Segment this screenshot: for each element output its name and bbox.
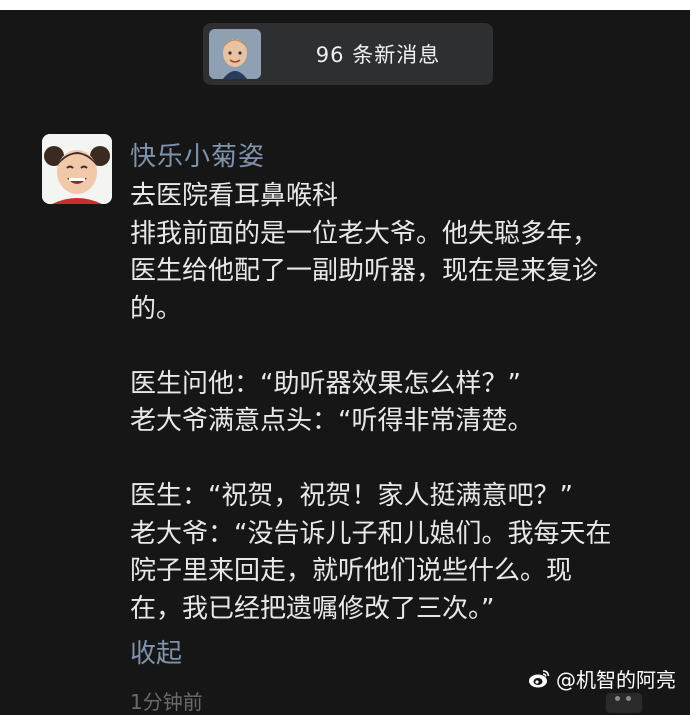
post-line: 医生：“祝贺，祝贺！家人挺满意吧？” <box>130 481 573 511</box>
post-timestamp: 1分钟前 <box>130 690 203 714</box>
new-messages-banner[interactable]: 96 条新消息 <box>203 23 493 85</box>
post-line: 医生问他：“助听器效果怎么样？” <box>130 368 521 399</box>
post-line: 老大爷：“没告诉儿子和儿媳们。我每天在 <box>130 518 612 549</box>
weibo-logo-icon <box>529 669 550 687</box>
watermark: @机智的阿亮 <box>528 664 676 693</box>
dot-icon <box>626 696 631 701</box>
sender-avatar <box>209 29 261 79</box>
post-line: 排我前面的是一位老大爷。他失聪多年， <box>130 218 599 249</box>
post-line: 医生给他配了一副助听器，现在是来复诊 <box>130 256 599 286</box>
top-edge <box>0 0 690 10</box>
watermark-text: @机智的阿亮 <box>556 668 676 692</box>
dot-icon <box>615 696 620 701</box>
new-messages-label: 96 条新消息 <box>315 43 441 67</box>
user-avatar[interactable] <box>42 134 112 204</box>
more-options-button[interactable] <box>606 693 642 713</box>
post-line: 去医院看耳鼻喉科 <box>130 181 339 211</box>
post-content: 去医院看耳鼻喉科 排我前面的是一位老大爷。他失聪多年， 医生给他配了一副助听器，… <box>130 178 650 628</box>
username[interactable]: 快乐小菊姿 <box>130 136 265 173</box>
post-line: 的。 <box>130 293 183 324</box>
collapse-link[interactable]: 收起 <box>130 633 182 670</box>
post-line: 在，我已经把遗嘱修改了三次。” <box>130 593 495 624</box>
post-line: 老大爷满意点头：“听得非常清楚。 <box>130 406 534 436</box>
post-line: 院子里来回走，就听他们说些什么。现 <box>130 556 573 586</box>
